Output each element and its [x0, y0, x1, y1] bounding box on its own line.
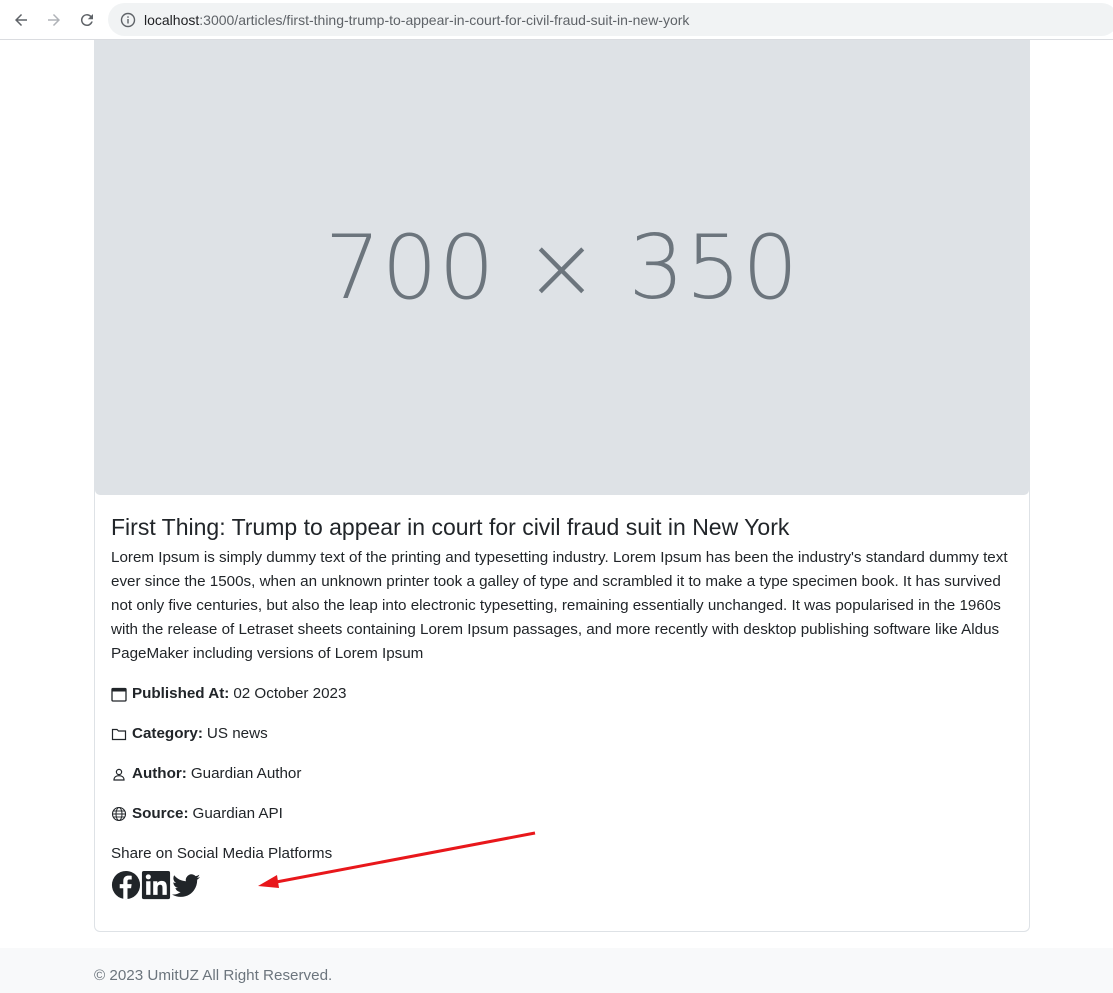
page-footer: © 2023 UmitUZ All Right Reserved. [0, 948, 1113, 993]
linkedin-share-button[interactable] [141, 870, 171, 900]
folder-icon [111, 728, 127, 741]
placeholder-dimensions: 700 × 350 [324, 216, 800, 319]
social-share-icons [111, 870, 1011, 900]
browser-toolbar: localhost:3000/articles/first-thing-trum… [0, 0, 1113, 40]
article-body: First Thing: Trump to appear in court fo… [111, 512, 1011, 900]
published-value: 02 October 2023 [233, 685, 347, 702]
arrow-left-icon [15, 14, 27, 26]
share-label: Share on Social Media Platforms [111, 845, 333, 862]
source-row: Source: Guardian API [111, 802, 1011, 842]
source-value: Guardian API [192, 805, 283, 822]
source-label: Source: [132, 805, 189, 822]
published-label: Published At: [132, 685, 230, 702]
category-value: US news [206, 725, 268, 742]
article-card: 700 × 350 First Thing: Trump to appear i… [94, 40, 1030, 932]
author-label: Author: [132, 765, 187, 782]
url-text[interactable]: localhost:3000/articles/first-thing-trum… [144, 12, 689, 28]
url-path: :3000/articles/first-thing-trump-to-appe… [199, 11, 690, 28]
facebook-icon [111, 870, 141, 900]
article-title: First Thing: Trump to appear in court fo… [111, 514, 790, 540]
twitter-share-button[interactable] [171, 870, 201, 900]
article-image-placeholder: 700 × 350 [95, 40, 1029, 495]
author-value: Guardian Author [190, 765, 302, 782]
calendar-icon [111, 687, 127, 702]
category-label: Category: [132, 725, 203, 742]
article-description: Lorem Ipsum is simply dummy text of the … [111, 549, 1008, 662]
facebook-share-button[interactable] [111, 870, 141, 900]
arrow-right-icon [48, 14, 60, 26]
footer-copyright: © 2023 UmitUZ All Right Reserved. [94, 967, 333, 984]
twitter-icon [171, 874, 201, 897]
back-button[interactable] [9, 8, 33, 32]
reload-button[interactable] [75, 8, 99, 32]
author-row: Author: Guardian Author [111, 762, 1011, 802]
url-host: localhost [144, 11, 200, 28]
person-icon [113, 768, 125, 781]
globe-icon [111, 806, 127, 822]
reload-icon [80, 14, 93, 27]
forward-button[interactable] [42, 8, 66, 32]
published-row: Published At: 02 October 2023 [111, 682, 1011, 722]
linkedin-icon [141, 870, 171, 900]
address-bar[interactable]: localhost:3000/articles/first-thing-trum… [108, 3, 1113, 36]
annotation-arrow [258, 831, 536, 888]
category-row: Category: US news [111, 722, 1011, 762]
info-icon[interactable] [120, 12, 136, 28]
